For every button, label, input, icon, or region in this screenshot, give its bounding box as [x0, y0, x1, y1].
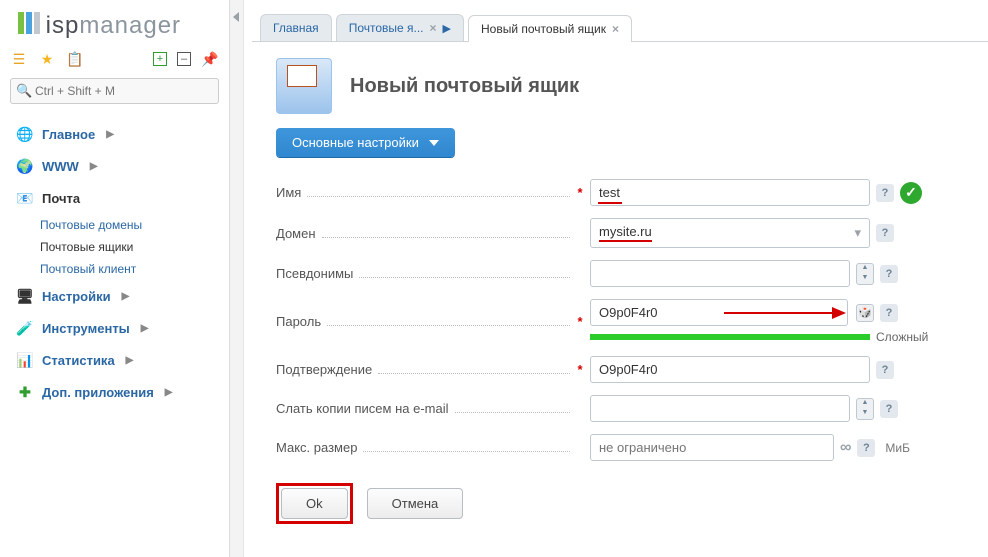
sidebar-sub-mailboxes[interactable]: Почтовые ящики [40, 236, 229, 258]
sidebar-item-addons[interactable]: ✚Доп. приложения▶ [12, 376, 229, 408]
sidebar-item-label: Статистика [42, 353, 115, 368]
collapse-all-button[interactable]: – [177, 52, 191, 66]
cc-input[interactable] [590, 395, 850, 422]
sidebar-sub-mail-client[interactable]: Почтовый клиент [40, 258, 229, 280]
close-icon[interactable]: × [612, 22, 619, 36]
mailbox-icon [276, 58, 332, 114]
infinity-icon[interactable]: ∞ [840, 439, 851, 457]
domain-value: mysite.ru [599, 224, 652, 242]
ok-button[interactable]: Ok [281, 488, 348, 519]
help-icon[interactable]: ? [857, 439, 875, 457]
search-box[interactable]: 🔍 [10, 78, 219, 104]
sidebar-toolbar: ☰ ★ 📋 + – 📌 [0, 46, 229, 72]
sidebar-item-main[interactable]: 🌐Главное▶ [12, 118, 229, 150]
sidebar-item-mail[interactable]: 📧Почта [12, 182, 229, 214]
tab-home[interactable]: Главная [260, 14, 332, 41]
help-icon[interactable]: ? [876, 361, 894, 379]
sidebar-item-label: Настройки [42, 289, 111, 304]
tab-label: Почтовые я... [349, 21, 424, 35]
logo: ispmanager [0, 0, 229, 46]
star-icon[interactable]: ★ [38, 50, 56, 68]
clipboard-icon[interactable]: 📋 [66, 50, 84, 68]
tab-mailboxes[interactable]: Почтовые я... × ▶ [336, 14, 464, 41]
cc-stepper[interactable]: ▲▼ [856, 398, 874, 420]
close-icon[interactable]: × [430, 21, 437, 35]
size-input[interactable] [590, 434, 834, 461]
help-icon[interactable]: ? [876, 224, 894, 242]
tab-bar: Главная Почтовые я... × ▶ Новый почтовый я… [252, 0, 988, 42]
password-strength-bar [590, 334, 870, 340]
size-unit: МиБ [885, 441, 910, 455]
sidebar-item-label: Почта [42, 191, 80, 206]
sidebar-item-label: WWW [42, 159, 79, 174]
tab-label: Новый почтовый ящик [481, 22, 606, 36]
collapse-sidebar-icon[interactable] [233, 12, 239, 22]
annotation-arrow [724, 312, 844, 314]
pin-icon[interactable]: 📌 [201, 50, 219, 68]
help-icon[interactable]: ? [880, 400, 898, 418]
help-icon[interactable]: ? [880, 265, 898, 283]
label-aliases: Псевдонимы [276, 266, 353, 281]
name-input[interactable] [590, 179, 870, 206]
chevron-right-icon: ▶ [443, 22, 451, 35]
expand-all-button[interactable]: + [153, 52, 167, 66]
confirm-input[interactable] [590, 356, 870, 383]
sidebar-item-stats[interactable]: 📊Статистика▶ [12, 344, 229, 376]
logo-suffix: manager [79, 12, 181, 39]
label-cc: Слать копии писем на e-mail [276, 401, 449, 416]
list-icon[interactable]: ☰ [10, 50, 28, 68]
label-domain: Домен [276, 226, 316, 241]
sidebar-item-label: Инструменты [42, 321, 130, 336]
split-handle[interactable] [230, 0, 244, 557]
annotation-highlight: Ok [276, 483, 353, 524]
label-confirm: Подтверждение [276, 362, 372, 377]
page-title: Новый почтовый ящик [350, 75, 579, 98]
search-icon: 🔍 [16, 83, 32, 99]
tab-label: Главная [273, 21, 319, 35]
sidebar-item-www[interactable]: 🌍WWW▶ [12, 150, 229, 182]
generate-password-button[interactable]: 🎲 [856, 304, 874, 322]
sidebar-item-settings[interactable]: 🖥Настройки▶ [12, 280, 229, 312]
label-size: Макс. размер [276, 440, 357, 455]
sidebar-item-label: Доп. приложения [42, 385, 154, 400]
sidebar-mail-children: Почтовые домены Почтовые ящики Почтовый … [12, 214, 229, 280]
aliases-stepper[interactable]: ▲▼ [856, 263, 874, 285]
aliases-input[interactable] [590, 260, 850, 287]
check-icon: ✓ [900, 182, 922, 204]
domain-select[interactable]: mysite.ru ▾ [590, 218, 870, 248]
sidebar-sub-mail-domains[interactable]: Почтовые домены [40, 214, 229, 236]
label-password: Пароль [276, 314, 321, 329]
label-name: Имя [276, 185, 301, 200]
section-label: Основные настройки [292, 135, 419, 150]
password-strength-label: Сложный [876, 330, 928, 344]
help-icon[interactable]: ? [876, 184, 894, 202]
search-input[interactable] [10, 78, 219, 104]
logo-prefix: isp [46, 12, 80, 39]
tab-new-mailbox[interactable]: Новый почтовый ящик × [468, 15, 632, 42]
sidebar-item-label: Главное [42, 127, 95, 142]
chevron-down-icon: ▾ [854, 225, 861, 241]
section-toggle[interactable]: Основные настройки [276, 128, 455, 157]
help-icon[interactable]: ? [880, 304, 898, 322]
sidebar-item-tools[interactable]: 🧪Инструменты▶ [12, 312, 229, 344]
cancel-button[interactable]: Отмена [367, 488, 464, 519]
chevron-down-icon [429, 140, 439, 146]
